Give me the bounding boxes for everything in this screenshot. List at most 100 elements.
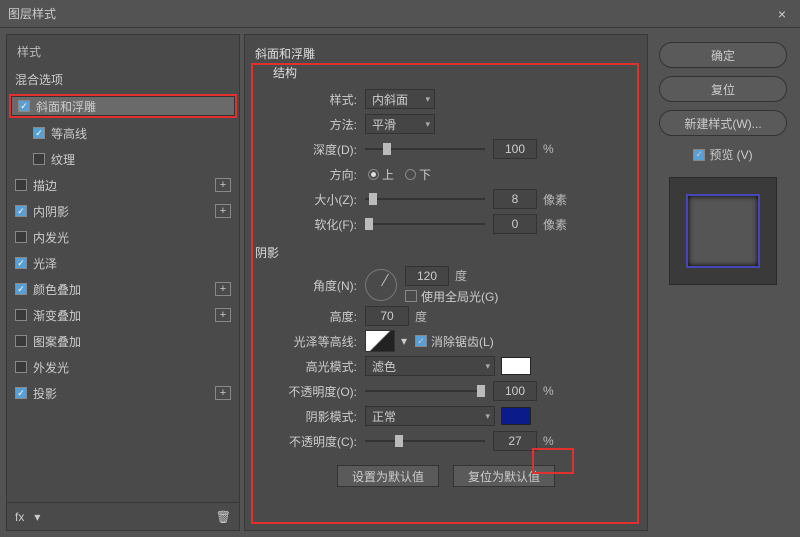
highlight-mode-select[interactable]: 滤色▾ xyxy=(365,356,495,376)
shadow-opacity-slider[interactable] xyxy=(365,434,485,448)
highlight-color-swatch[interactable] xyxy=(501,357,531,375)
style-item-4[interactable]: ✓ 内阴影 + xyxy=(7,198,239,224)
style-label: 内阴影 xyxy=(33,203,209,220)
gloss-contour-picker[interactable] xyxy=(365,330,395,352)
style-checkbox[interactable] xyxy=(15,309,27,321)
style-checkbox[interactable] xyxy=(15,335,27,347)
style-checkbox[interactable]: ✓ xyxy=(15,283,27,295)
preview-box xyxy=(669,177,777,285)
style-item-8[interactable]: 渐变叠加 + xyxy=(7,302,239,328)
blend-label: 混合选项 xyxy=(15,71,231,88)
chevron-down-icon[interactable]: ▾ xyxy=(401,334,407,348)
altitude-input[interactable]: 70 xyxy=(365,306,409,326)
fx-icon[interactable]: fx xyxy=(15,510,24,524)
style-item-6[interactable]: ✓光泽 xyxy=(7,250,239,276)
style-checkbox[interactable]: ✓ xyxy=(18,100,30,112)
style-item-3[interactable]: 描边 + xyxy=(7,172,239,198)
preview-checkbox[interactable]: ✓ xyxy=(693,149,705,161)
style-select[interactable]: 内斜面▾ xyxy=(365,89,435,109)
style-checkbox[interactable] xyxy=(15,179,27,191)
shadow-mode-label: 阴影模式: xyxy=(255,408,365,425)
chevron-down-icon: ▾ xyxy=(485,411,490,422)
style-label: 内发光 xyxy=(33,229,231,246)
altitude-label: 高度: xyxy=(255,308,365,325)
angle-label: 角度(N): xyxy=(255,277,365,294)
depth-label: 深度(D): xyxy=(255,141,365,158)
section-title: 斜面和浮雕 xyxy=(255,45,637,62)
size-label: 大小(Z): xyxy=(255,191,365,208)
shadow-color-swatch[interactable] xyxy=(501,407,531,425)
soften-slider[interactable] xyxy=(365,217,485,231)
soften-input[interactable]: 0 xyxy=(493,214,537,234)
style-item-2[interactable]: 纹理 xyxy=(7,146,239,172)
blend-options[interactable]: 混合选项 xyxy=(7,66,239,92)
set-default-button[interactable]: 设置为默认值 xyxy=(337,465,439,487)
style-checkbox[interactable] xyxy=(33,153,45,165)
style-checkbox[interactable]: ✓ xyxy=(15,387,27,399)
preview-thumb xyxy=(686,194,760,268)
shadow-mode-select[interactable]: 正常▾ xyxy=(365,406,495,426)
highlight-opacity-input[interactable]: 100 xyxy=(493,381,537,401)
trash-icon[interactable]: 🗑 xyxy=(216,510,231,524)
style-label: 纹理 xyxy=(51,151,231,168)
angle-input[interactable]: 120 xyxy=(405,266,449,286)
reset-button[interactable]: 复位 xyxy=(659,76,787,102)
close-icon[interactable]: × xyxy=(772,4,792,24)
style-checkbox[interactable] xyxy=(15,361,27,373)
style-item-10[interactable]: 外发光 xyxy=(7,354,239,380)
style-checkbox[interactable]: ✓ xyxy=(33,127,45,139)
shadow-title: 阴影 xyxy=(255,244,637,261)
settings-panel: 斜面和浮雕 结构 样式: 内斜面▾ 方法: 平滑▾ 深度(D): 100% 方向… xyxy=(244,34,648,531)
style-checkbox[interactable]: ✓ xyxy=(15,205,27,217)
styles-header: 样式 xyxy=(7,35,239,66)
style-item-1[interactable]: ✓ 等高线 xyxy=(7,120,239,146)
highlight-opacity-label: 不透明度(O): xyxy=(255,383,365,400)
window-title: 图层样式 xyxy=(8,5,772,22)
dir-down-radio[interactable] xyxy=(405,169,416,180)
style-list: ✓斜面和浮雕✓等高线纹理描边+✓内阴影+内发光✓光泽✓颜色叠加+渐变叠加+图案叠… xyxy=(7,92,239,502)
style-label: 等高线 xyxy=(51,125,231,142)
depth-input[interactable]: 100 xyxy=(493,139,537,159)
highlight-mode-label: 高光模式: xyxy=(255,358,365,375)
style-checkbox[interactable] xyxy=(15,231,27,243)
style-label: 外发光 xyxy=(33,359,231,376)
style-item-11[interactable]: ✓投影+ xyxy=(7,380,239,406)
antialias-checkbox[interactable]: ✓ xyxy=(415,335,427,347)
shadow-opacity-label: 不透明度(C): xyxy=(255,433,365,450)
reset-default-button[interactable]: 复位为默认值 xyxy=(453,465,555,487)
depth-slider[interactable] xyxy=(365,142,485,156)
style-item-7[interactable]: ✓ 颜色叠加 + xyxy=(7,276,239,302)
shadow-opacity-input[interactable]: 27 xyxy=(493,431,537,451)
method-select[interactable]: 平滑▾ xyxy=(365,114,435,134)
size-slider[interactable] xyxy=(365,192,485,206)
soften-label: 软化(F): xyxy=(255,216,365,233)
style-label: 描边 xyxy=(33,177,209,194)
style-item-0[interactable]: ✓ 斜面和浮雕 xyxy=(11,96,235,116)
chevron-down-icon: ▾ xyxy=(425,119,430,130)
highlight-opacity-slider[interactable] xyxy=(365,384,485,398)
size-input[interactable]: 8 xyxy=(493,189,537,209)
preview-label: 预览 (V) xyxy=(709,146,752,163)
add-icon[interactable]: + xyxy=(215,386,231,400)
style-item-9[interactable]: 图案叠加 xyxy=(7,328,239,354)
styles-panel: 样式 混合选项 ✓斜面和浮雕✓等高线纹理描边+✓内阴影+内发光✓光泽✓颜色叠加+… xyxy=(6,34,240,531)
style-label: 斜面和浮雕 xyxy=(36,98,228,115)
structure-title: 结构 xyxy=(273,64,637,81)
style-checkbox[interactable]: ✓ xyxy=(15,257,27,269)
style-label: 样式: xyxy=(255,91,365,108)
add-icon[interactable]: + xyxy=(215,308,231,322)
add-icon[interactable]: + xyxy=(215,178,231,192)
direction-label: 方向: xyxy=(255,166,365,183)
ok-button[interactable]: 确定 xyxy=(659,42,787,68)
style-label: 颜色叠加 xyxy=(33,281,209,298)
add-icon[interactable]: + xyxy=(215,282,231,296)
style-label: 渐变叠加 xyxy=(33,307,209,324)
method-label: 方法: xyxy=(255,116,365,133)
dir-up-radio[interactable] xyxy=(368,169,379,180)
new-style-button[interactable]: 新建样式(W)... xyxy=(659,110,787,136)
chevron-down-icon[interactable]: ▾ xyxy=(34,510,40,524)
add-icon[interactable]: + xyxy=(215,204,231,218)
style-item-5[interactable]: 内发光 xyxy=(7,224,239,250)
global-light-checkbox[interactable] xyxy=(405,290,417,302)
angle-dial[interactable] xyxy=(365,269,397,301)
